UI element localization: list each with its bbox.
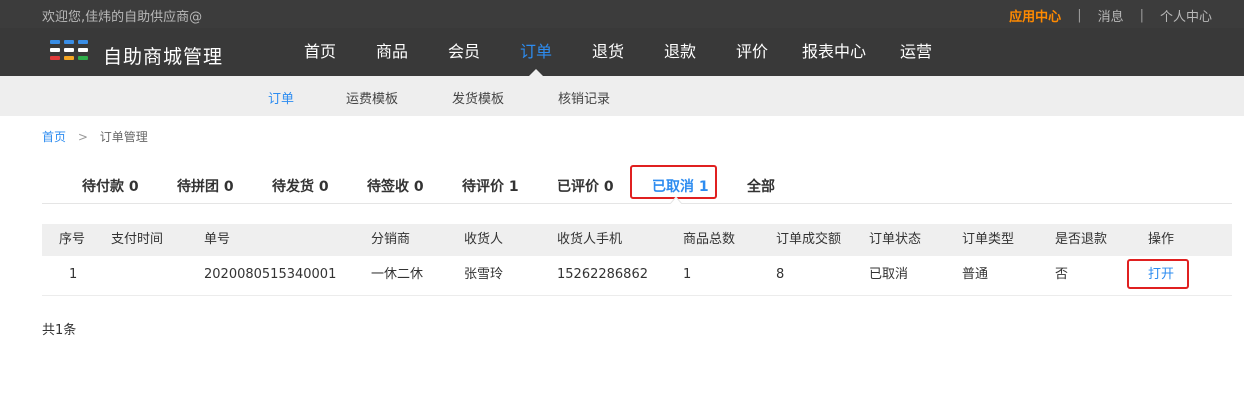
logo-icon (50, 40, 88, 62)
nav-item-members[interactable]: 会员 (428, 28, 500, 76)
column-header-recipient: 收货人 (464, 232, 504, 247)
top-links: 应用中心 | 消息 | 个人中心 (1009, 6, 1212, 25)
cell-order-status: 已取消 (869, 267, 909, 282)
nav-item-reports[interactable]: 报表中心 (788, 28, 880, 76)
logo-square (64, 48, 74, 52)
logo-square (78, 40, 88, 44)
breadcrumb-current: 订单管理 (99, 130, 148, 144)
order-status-tabs: 待付款 0 待拼团 0 待发货 0 待签收 0 待评价 1 已评价 0 已取消 … (42, 163, 1232, 204)
welcome-text: 欢迎您,佳炜的自助供应商@ (42, 10, 203, 25)
breadcrumb: 首页 > 订单管理 (42, 128, 148, 145)
breadcrumb-home-link[interactable]: 首页 (42, 130, 66, 144)
brand-title: 自助商城管理 (103, 46, 224, 68)
table-header: 序号 支付时间 单号 分销商 收货人 收货人手机 商品总数 订单成交额 订单状态… (42, 224, 1232, 256)
orders-table: 序号 支付时间 单号 分销商 收货人 收货人手机 商品总数 订单成交额 订单状态… (42, 224, 1232, 296)
nav-item-returns[interactable]: 退货 (572, 28, 644, 76)
logo-square (78, 56, 88, 60)
logo-square (50, 56, 60, 60)
column-header-order-no: 单号 (204, 232, 231, 247)
logo-square (78, 48, 88, 52)
sub-nav: 订单 运费模板 发货模板 核销记录 (0, 76, 1244, 116)
logo-square (64, 56, 74, 60)
column-header-order-status: 订单状态 (869, 232, 922, 247)
cell-order-type: 普通 (962, 267, 989, 282)
nav-item-products[interactable]: 商品 (356, 28, 428, 76)
cell-refunded: 否 (1055, 267, 1069, 282)
column-header-action: 操作 (1148, 232, 1175, 247)
cell-recipient: 张雪玲 (464, 267, 504, 282)
logo-square (64, 40, 74, 44)
active-tab-caret-icon (670, 197, 682, 204)
divider: | (1077, 8, 1082, 23)
column-header-refunded: 是否退款 (1055, 232, 1108, 247)
subnav-item-orders[interactable]: 订单 (268, 88, 294, 107)
breadcrumb-separator: > (77, 130, 88, 144)
cell-order-amount: 8 (776, 267, 785, 282)
subnav-item-shipping-template[interactable]: 运费模板 (346, 88, 398, 107)
messages-link[interactable]: 消息 (1098, 6, 1124, 25)
main-nav: 首页 商品 会员 订单 退货 退款 评价 报表中心 运营 (284, 28, 952, 76)
tab-pending-review[interactable]: 待评价 1 (462, 176, 519, 196)
nav-item-home[interactable]: 首页 (284, 28, 356, 76)
subnav-item-verification-records[interactable]: 核销记录 (558, 88, 610, 107)
highlight-box (630, 165, 717, 199)
column-header-order-type: 订单类型 (962, 232, 1015, 247)
table-row: 1 2020080515340001 一休二休 张雪玲 15262286862 … (42, 256, 1232, 296)
cell-distributor: 一休二休 (371, 267, 424, 282)
tab-pending-group[interactable]: 待拼团 0 (177, 176, 234, 196)
nav-item-orders[interactable]: 订单 (500, 28, 572, 76)
nav-item-operations[interactable]: 运营 (880, 28, 952, 76)
column-header-index: 序号 (59, 232, 86, 247)
tab-pending-receipt[interactable]: 待签收 0 (367, 176, 424, 196)
column-header-pay-time: 支付时间 (111, 232, 164, 247)
logo-square (50, 40, 60, 44)
tab-reviewed[interactable]: 已评价 0 (557, 176, 614, 196)
nav-item-refunds[interactable]: 退款 (644, 28, 716, 76)
divider: | (1139, 8, 1144, 23)
nav-item-reviews[interactable]: 评价 (716, 28, 788, 76)
cell-item-count: 1 (683, 267, 692, 282)
total-count: 共1条 (42, 323, 77, 338)
tab-pending-payment[interactable]: 待付款 0 (82, 176, 139, 196)
personal-center-link[interactable]: 个人中心 (1160, 6, 1212, 25)
cell-order-no: 2020080515340001 (204, 267, 337, 282)
logo-square (50, 48, 60, 52)
column-header-item-count: 商品总数 (683, 232, 736, 247)
top-bar: 欢迎您,佳炜的自助供应商@ 应用中心 | 消息 | 个人中心 (0, 0, 1244, 28)
tab-pending-shipment[interactable]: 待发货 0 (272, 176, 329, 196)
app-center-link[interactable]: 应用中心 (1009, 6, 1061, 25)
main-header: 自助商城管理 首页 商品 会员 订单 退货 退款 评价 报表中心 运营 (0, 28, 1244, 76)
subnav-item-delivery-template[interactable]: 发货模板 (452, 88, 504, 107)
column-header-recipient-phone: 收货人手机 (557, 232, 623, 247)
column-header-order-amount: 订单成交额 (776, 232, 842, 247)
cell-index: 1 (69, 267, 78, 282)
column-header-distributor: 分销商 (371, 232, 411, 247)
highlight-box (1127, 259, 1189, 289)
tab-all[interactable]: 全部 (747, 176, 775, 196)
cell-recipient-phone: 15262286862 (557, 267, 648, 282)
